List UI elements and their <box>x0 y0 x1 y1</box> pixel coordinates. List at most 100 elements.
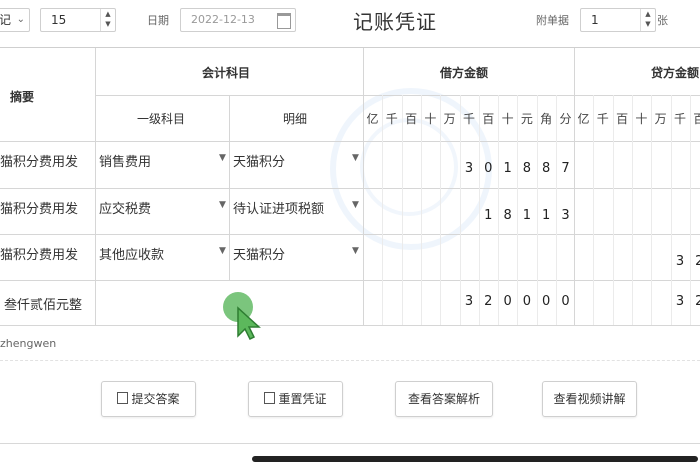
debit-digit[interactable]: 1 <box>498 161 517 176</box>
row-detail-select[interactable]: 待认证进项税额 <box>233 198 324 217</box>
voucher-number-value: 15 <box>51 13 67 27</box>
debit-digit[interactable]: 1 <box>517 208 536 223</box>
reset-voucher-label: 重置凭证 <box>278 392 327 406</box>
home-indicator-bar <box>252 456 698 462</box>
total-debit-digit: 2 <box>484 294 493 309</box>
debit-digit[interactable]: 3 <box>556 208 575 223</box>
debit-unit-label: 分 <box>559 112 572 126</box>
column-divider <box>229 95 230 281</box>
column-divider <box>363 48 364 325</box>
credit-unit-label: 百 <box>616 112 629 126</box>
divider <box>0 360 700 361</box>
digit-divider <box>670 95 672 325</box>
dropdown-arrow-icon[interactable]: ▼ <box>352 153 359 163</box>
reset-voucher-button[interactable]: 重置凭证 <box>248 381 343 417</box>
digit-divider <box>459 95 461 325</box>
dropdown-arrow-icon[interactable]: ▼ <box>219 153 226 163</box>
dropdown-arrow-icon[interactable]: ▼ <box>352 200 359 210</box>
debit-unit-label: 十 <box>501 112 514 126</box>
view-analysis-label: 查看答案解析 <box>407 392 480 406</box>
digit-divider <box>420 95 422 325</box>
digit-divider <box>612 95 614 325</box>
debit-digit[interactable]: 7 <box>556 161 575 176</box>
credit-unit-label: 万 <box>654 112 667 126</box>
total-debit-digit: 0 <box>522 294 532 309</box>
debit-digit[interactable]: 0 <box>479 161 498 176</box>
total-credit-digit: 2 <box>695 294 700 309</box>
debit-digit[interactable]: 1 <box>537 208 556 223</box>
voucher-table: 摘要 会计科目 一级科目 明细 借方金额 贷方金额亿亿千千百百十十万万千千百百十元角分猫积… <box>0 47 700 326</box>
stepper-arrows-icon[interactable]: ▲ ▼ <box>100 9 115 31</box>
digit-divider <box>382 95 384 325</box>
voucher-toolbar: 记 ⌄ 15 ▲ ▼ 日期 2022-12-13 记账凭证 附单据 1 ▲ ▼ 张 <box>0 0 700 42</box>
summary-header: 摘要 <box>10 90 35 104</box>
attachments-stepper[interactable]: 1 ▲ ▼ <box>580 8 656 32</box>
row-summary[interactable]: 猫积分费用发 <box>0 151 78 170</box>
stepper-arrows-icon[interactable]: ▲ ▼ <box>640 9 655 31</box>
total-debit-digit: 0 <box>561 294 570 309</box>
voucher-number-stepper[interactable]: 15 ▲ ▼ <box>40 8 116 32</box>
voucher-type-select[interactable]: 记 ⌄ <box>0 8 30 32</box>
attachments-label: 附单据 <box>536 14 569 27</box>
digit-divider <box>689 95 691 325</box>
row-summary[interactable]: 猫积分费用发 <box>0 198 78 217</box>
debit-digit[interactable]: 8 <box>498 208 517 223</box>
debit-digit[interactable]: 1 <box>479 208 498 223</box>
debit-header: 借方金额 <box>440 66 489 80</box>
account-header: 会计科目 <box>202 66 251 80</box>
debit-unit-label: 万 <box>443 112 456 126</box>
digit-divider <box>401 95 403 325</box>
debit-unit-label: 百 <box>482 112 495 126</box>
reset-icon <box>264 392 276 404</box>
header-divider <box>95 95 700 96</box>
submit-answer-button[interactable]: 提交答案 <box>101 381 196 417</box>
digit-divider <box>631 95 633 325</box>
row-detail-select[interactable]: 天猫积分 <box>233 244 285 263</box>
credit-digit[interactable]: 2 <box>690 254 700 269</box>
column-divider <box>574 48 575 325</box>
attachments-value: 1 <box>591 13 599 27</box>
debit-digit[interactable]: 8 <box>537 161 556 176</box>
debit-unit-label: 百 <box>405 112 418 126</box>
document-icon <box>117 392 129 404</box>
debit-digit[interactable]: 3 <box>460 161 479 176</box>
attachments-unit: 张 <box>657 14 668 27</box>
view-analysis-button[interactable]: 查看答案解析 <box>395 381 493 417</box>
debit-unit-label: 千 <box>462 112 475 126</box>
detail-header: 明细 <box>283 112 308 126</box>
debit-digit[interactable]: 8 <box>517 161 536 176</box>
view-video-button[interactable]: 查看视频讲解 <box>542 381 637 417</box>
calendar-icon[interactable] <box>277 13 291 29</box>
digit-divider <box>593 95 595 325</box>
dropdown-arrow-icon[interactable]: ▼ <box>352 246 359 256</box>
page-title: 记账凭证 <box>353 10 437 34</box>
credit-header: 贷方金额 <box>651 66 700 80</box>
submit-answer-label: 提交答案 <box>131 392 180 406</box>
row-divider <box>0 234 700 235</box>
row-summary[interactable]: 猫积分费用发 <box>0 244 78 263</box>
total-debit-digit: 3 <box>464 294 474 309</box>
mouse-cursor-icon <box>237 306 261 340</box>
debit-unit-label: 千 <box>385 112 398 126</box>
credit-unit-label: 千 <box>596 112 609 126</box>
row-account-select[interactable]: 其他应收款 <box>99 244 164 263</box>
row-account-select[interactable]: 应交税费 <box>99 198 151 217</box>
chevron-down-icon: ⌄ <box>16 14 25 25</box>
credit-digit[interactable]: 3 <box>671 254 690 269</box>
dropdown-arrow-icon[interactable]: ▼ <box>219 246 226 256</box>
voucher-type-value: 记 <box>0 13 12 27</box>
row-detail-select[interactable]: 天猫积分 <box>233 151 285 170</box>
row-account-select[interactable]: 销售费用 <box>99 151 151 170</box>
bottom-border <box>0 443 700 444</box>
row-divider <box>0 188 700 189</box>
total-debit-digit: 0 <box>542 294 551 309</box>
debit-unit-label: 元 <box>520 112 533 126</box>
debit-unit-label: 十 <box>424 112 437 126</box>
date-input[interactable]: 2022-12-13 <box>180 8 296 32</box>
row-divider <box>0 325 700 326</box>
digit-divider <box>651 95 653 325</box>
credit-unit-label: 百 <box>693 112 700 126</box>
dropdown-arrow-icon[interactable]: ▼ <box>219 200 226 210</box>
credit-unit-label: 十 <box>635 112 648 126</box>
row-divider <box>0 141 700 142</box>
